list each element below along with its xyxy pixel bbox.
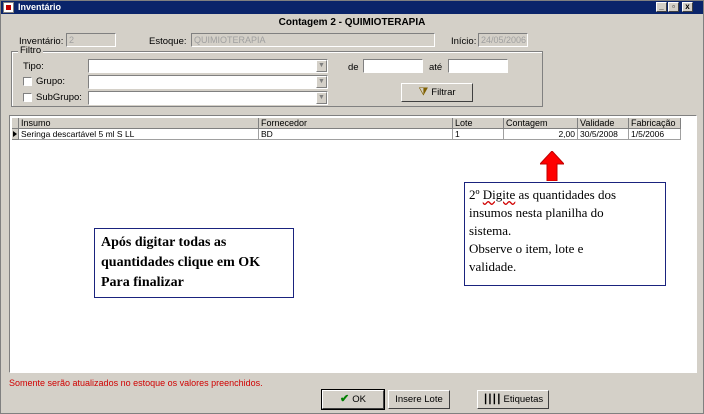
de-label: de — [348, 62, 359, 73]
subgrupo-checkbox[interactable] — [23, 93, 32, 102]
etiquetas-label: Etiquetas — [503, 394, 544, 405]
row-indicator-icon — [12, 129, 19, 140]
tipo-select[interactable]: ▼ — [88, 59, 328, 73]
callout-line: Para finalizar — [101, 275, 184, 290]
window-title: Inventário — [18, 2, 62, 12]
subgrupo-label: SubGrupo: — [36, 92, 82, 103]
estoque-label: Estoque: — [149, 36, 187, 47]
filtrar-label: Filtrar — [431, 87, 456, 98]
title-bar[interactable]: Inventário _ ▫ x — [1, 1, 703, 14]
column-header[interactable]: Insumo — [19, 118, 259, 129]
grupo-checkbox[interactable] — [23, 77, 32, 86]
callout-line: validade. — [469, 259, 517, 274]
chevron-down-icon[interactable]: ▼ — [316, 60, 327, 72]
ate-field[interactable] — [448, 59, 508, 73]
etiquetas-button[interactable]: ┃┃┃┃ Etiquetas — [477, 390, 549, 409]
grid-corner — [12, 118, 19, 129]
funnel-icon: ⧩ — [418, 86, 429, 98]
inventario-window: Inventário _ ▫ x Contagem 2 - QUIMIOTERA… — [0, 0, 704, 414]
close-button[interactable]: x — [682, 2, 693, 12]
column-header[interactable]: Fabricação — [629, 118, 681, 129]
inicio-field[interactable]: 24/05/2006 — [478, 33, 528, 47]
ok-label: OK — [352, 394, 366, 405]
instruction-callout-grid: 2º Digite as quantidades dos insumos nes… — [464, 182, 666, 286]
inventario-field[interactable]: 2 — [66, 33, 116, 47]
table-cell[interactable]: 1 — [453, 129, 504, 140]
instruction-callout-ok: Após digitar todas as quantidades clique… — [94, 228, 294, 298]
table-cell[interactable]: 1/5/2006 — [629, 129, 681, 140]
grupo-label: Grupo: — [36, 76, 66, 87]
chevron-down-icon[interactable]: ▼ — [316, 92, 327, 104]
maximize-button[interactable]: ▫ — [668, 2, 679, 12]
red-arrow-up-icon — [540, 151, 564, 181]
insere-lote-button[interactable]: Insere Lote — [388, 390, 450, 409]
de-field[interactable] — [363, 59, 423, 73]
ok-button[interactable]: ✔ OK — [321, 389, 385, 410]
subgrupo-select[interactable]: ▼ — [88, 91, 328, 105]
form-title: Contagem 2 - QUIMIOTERAPIA — [278, 17, 426, 28]
callout-line: Após digitar todas as — [101, 235, 227, 250]
callout-underlined-word: Digite — [482, 187, 516, 202]
inicio-label: Início: — [451, 36, 477, 47]
callout-line: Observe o item, lote e — [469, 241, 584, 256]
callout-line: 2º Digite as quantidades dos — [469, 187, 617, 202]
checkmark-icon: ✔ — [340, 393, 350, 405]
barcode-icon: ┃┃┃┃ — [482, 394, 502, 404]
column-header[interactable]: Lote — [453, 118, 504, 129]
filtrar-button[interactable]: ⧩ Filtrar — [401, 83, 473, 102]
chevron-down-icon[interactable]: ▼ — [316, 76, 327, 88]
column-header[interactable]: Fornecedor — [259, 118, 453, 129]
table-cell[interactable]: Seringa descartável 5 ml S LL — [19, 129, 259, 140]
column-header[interactable]: Contagem — [504, 118, 578, 129]
table-cell[interactable]: 30/5/2008 — [578, 129, 629, 140]
tipo-label: Tipo: — [23, 61, 44, 72]
callout-line: sistema. — [469, 223, 512, 238]
table-cell[interactable]: 2,00 — [504, 129, 578, 140]
callout-line: quantidades clique em OK — [101, 255, 261, 270]
filter-title: Filtro — [18, 45, 44, 56]
ate-label: até — [429, 62, 443, 73]
status-message: Somente serão atualizados no estoque os … — [9, 378, 263, 388]
grupo-select[interactable]: ▼ — [88, 75, 328, 89]
table-cell[interactable]: BD — [259, 129, 453, 140]
estoque-field[interactable]: QUIMIOTERAPIA — [191, 33, 435, 47]
minimize-button[interactable]: _ — [656, 2, 667, 12]
callout-line: insumos nesta planilha do — [469, 205, 604, 220]
app-icon — [3, 2, 14, 13]
column-header[interactable]: Validade — [578, 118, 629, 129]
